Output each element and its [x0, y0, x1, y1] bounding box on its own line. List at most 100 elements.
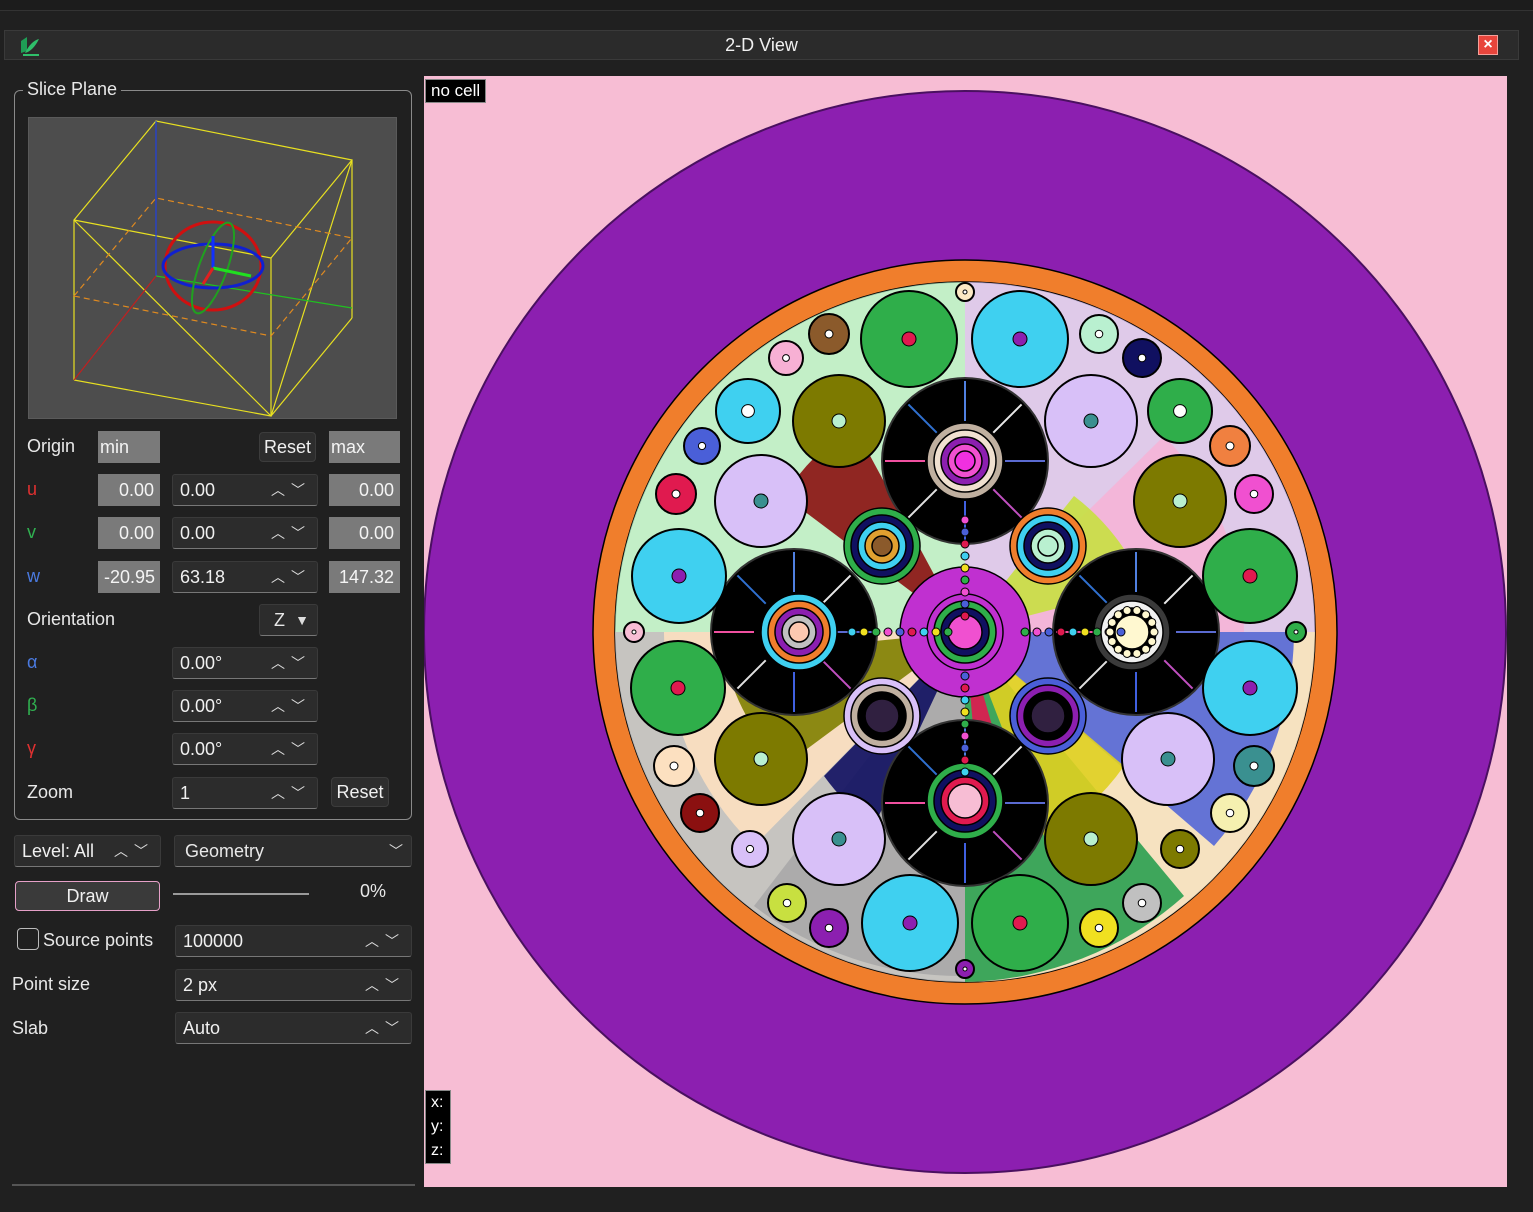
point-size-spinbox[interactable]: 2 px ︿﹀ — [175, 969, 412, 1001]
color-mode-value: Geometry — [185, 841, 265, 861]
pebble — [1141, 610, 1151, 620]
pebble — [1132, 606, 1142, 616]
chevron-up-down-icon[interactable]: ︿﹀ — [365, 970, 405, 1000]
cursor-coordinates: x: y: z: — [425, 1090, 451, 1164]
band-dot — [960, 539, 970, 549]
chevron-down-icon[interactable]: ﹀ — [389, 836, 403, 866]
band-dot — [960, 575, 970, 585]
band-dot — [931, 627, 941, 637]
axis-w-label: w — [27, 566, 40, 586]
source-points-spinbox[interactable]: 100000 ︿﹀ — [175, 925, 412, 957]
source-points-value: 100000 — [183, 931, 244, 951]
chevron-down-icon[interactable]: ▼ — [295, 605, 309, 635]
slice-plane-title: Slice Plane — [23, 79, 122, 100]
coord-y-label: y: — [431, 1118, 444, 1135]
band-dot — [960, 515, 970, 525]
chevron-up-down-icon[interactable]: ︿﹀ — [271, 562, 311, 592]
beta-spinbox[interactable]: 0.00° ︿﹀ — [172, 690, 318, 722]
u-value-spinbox[interactable]: 0.00 ︿﹀ — [172, 474, 318, 506]
gamma-label: γ — [27, 738, 36, 758]
chevron-up-down-icon[interactable]: ︿﹀ — [114, 836, 154, 866]
zoom-reset-button[interactable]: Reset — [331, 777, 389, 807]
zoom-value: 1 — [180, 783, 191, 803]
fuel-cylinder-center — [671, 568, 687, 584]
slab-label: Slab — [12, 1018, 49, 1038]
chevron-up-down-icon[interactable]: ︿﹀ — [271, 518, 311, 548]
draw-progress-bar — [173, 893, 309, 895]
close-icon[interactable]: × — [1478, 35, 1498, 55]
band-dot — [919, 627, 929, 637]
fuel-cylinder-center — [1083, 413, 1099, 429]
level-spinbox[interactable]: Level: All ︿﹀ — [14, 835, 161, 867]
zoom-spinbox[interactable]: 1 ︿﹀ — [172, 777, 318, 809]
fuel-cylinder-center — [831, 831, 847, 847]
pebble — [1122, 648, 1132, 658]
alpha-spinbox[interactable]: 0.00° ︿﹀ — [172, 647, 318, 679]
coord-z-label: z: — [431, 1142, 444, 1159]
chevron-up-down-icon[interactable]: ︿﹀ — [365, 1013, 405, 1043]
channel-core — [954, 450, 976, 472]
origin-reset-button[interactable]: Reset — [259, 432, 316, 462]
min-header: min — [98, 431, 160, 463]
fuel-cylinder-center — [1012, 331, 1028, 347]
point-size-label: Point size — [12, 974, 91, 994]
pebble — [1107, 617, 1117, 627]
band-dot — [1020, 627, 1030, 637]
band-dot — [883, 627, 893, 637]
geometry-slice-image — [424, 90, 1507, 1174]
draw-button[interactable]: Draw — [15, 881, 160, 911]
satellite-rod-center — [1225, 441, 1235, 451]
chevron-up-down-icon[interactable]: ︿﹀ — [271, 691, 311, 721]
band-dot — [960, 599, 970, 609]
fuel-cylinder-center — [1242, 680, 1258, 696]
fuel-cylinder-center — [901, 331, 917, 347]
w-value-spinbox[interactable]: 63.18 ︿﹀ — [172, 561, 318, 593]
slice-plane-preview[interactable] — [28, 117, 397, 419]
level-value: Level: All — [22, 841, 95, 861]
pebble — [1113, 610, 1123, 620]
band-dot — [960, 767, 970, 777]
chevron-up-down-icon[interactable]: ︿﹀ — [271, 778, 311, 808]
satellite-rod-center — [1137, 898, 1147, 908]
orientation-dropdown[interactable]: Z ▼ — [259, 604, 318, 636]
satellite-rod-center — [745, 844, 755, 854]
coord-x-label: x: — [431, 1094, 444, 1111]
chevron-up-down-icon[interactable]: ︿﹀ — [271, 648, 311, 678]
slab-value: Auto — [183, 1018, 221, 1038]
v-value-spinbox[interactable]: 0.00 ︿﹀ — [172, 517, 318, 549]
satellite-rod-center — [782, 898, 792, 908]
chevron-up-down-icon[interactable]: ︿﹀ — [365, 926, 405, 956]
satellite-rod-center — [671, 489, 681, 499]
beta-label: β — [27, 695, 38, 715]
source-points-checkbox[interactable] — [17, 928, 39, 950]
fuel-cylinder-center — [670, 680, 686, 696]
gamma-spinbox[interactable]: 0.00° ︿﹀ — [172, 733, 318, 765]
chevron-up-down-icon[interactable]: ︿﹀ — [271, 475, 311, 505]
channel-core — [864, 698, 900, 734]
band-dot — [895, 627, 905, 637]
chevron-up-down-icon[interactable]: ︿﹀ — [271, 734, 311, 764]
satellite-rod-center — [631, 629, 637, 635]
band-dot — [859, 627, 869, 637]
pebble — [1113, 644, 1123, 654]
source-points-label: Source points — [43, 930, 154, 950]
band-dot — [907, 627, 917, 637]
satellite-rod-center — [1175, 844, 1185, 854]
band-dot — [960, 719, 970, 729]
top-strip — [0, 0, 1533, 11]
alpha-value: 0.00° — [180, 653, 223, 673]
band-dot — [960, 731, 970, 741]
window-titlebar: 2-D View × — [4, 30, 1519, 60]
satellite-rod-center — [1225, 808, 1235, 818]
slab-spinbox[interactable]: Auto ︿﹀ — [175, 1012, 412, 1044]
geometry-viewport[interactable] — [424, 76, 1507, 1187]
w-min-value: -20.95 — [98, 561, 160, 593]
color-mode-dropdown[interactable]: Geometry ﹀ — [174, 835, 412, 867]
v-value: 0.00 — [180, 523, 216, 543]
channel-core — [947, 783, 983, 819]
band-dot — [960, 671, 970, 681]
fuel-cylinder-center — [831, 413, 847, 429]
pebble — [1147, 637, 1157, 647]
band-dot — [847, 627, 857, 637]
band-dot — [943, 627, 953, 637]
